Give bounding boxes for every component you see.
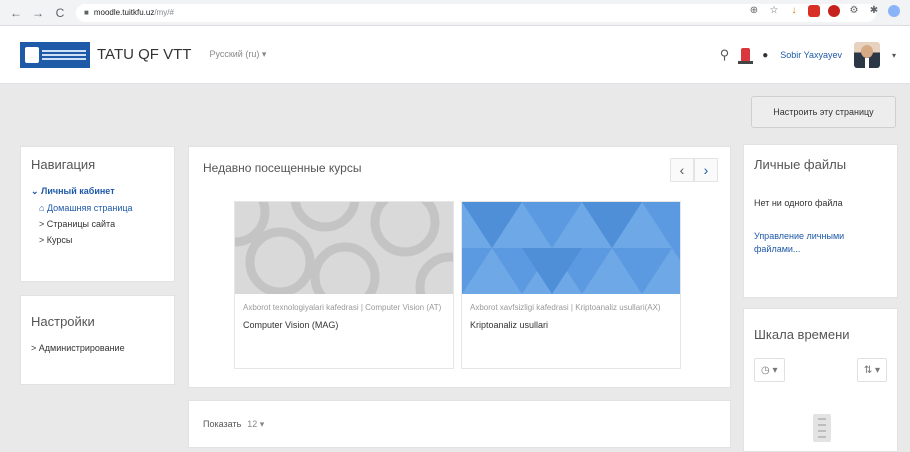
home-icon: ⌂ (39, 203, 47, 213)
settings-title: Настройки (31, 314, 95, 329)
extension-red-icon[interactable] (808, 5, 820, 17)
nav-item-home-label: Домашняя страница (46, 203, 133, 213)
recent-courses-title: Недавно посещенные курсы (203, 161, 362, 175)
url-host: moodle.tuitkfu.uz (93, 8, 155, 17)
no-files-text: Нет ни одного файла (754, 198, 843, 208)
browser-toolbar: ← → C ■ moodle.tuitkfu.uz /my/# ⊕ ☆ ↓ ⚙ … (0, 0, 910, 26)
empty-list-icon (813, 414, 831, 442)
course-card[interactable]: Axborot texnologiyalari kafedrasi | Comp… (234, 201, 454, 369)
recent-courses-block: Недавно посещенные курсы ‹ › Axborot tex… (188, 146, 731, 388)
timeline-filter-button[interactable]: ◷ ▾ (754, 358, 785, 382)
course-card[interactable]: Axborot xavfsizligi kafedrasi | Kriptoan… (461, 201, 681, 369)
nav-item-courses[interactable]: > Курсы (31, 235, 164, 245)
reload-icon[interactable]: C (54, 6, 66, 20)
timeline-title: Шкала времени (754, 327, 850, 342)
profile-icon[interactable] (888, 5, 900, 17)
navigation-tree: ⌄ Личный кабинет ⌂ Домашняя страница > С… (31, 186, 164, 245)
back-icon[interactable]: ← (10, 6, 22, 20)
site-logo[interactable] (20, 41, 90, 68)
show-count-select[interactable]: 12 ▾ (247, 419, 264, 430)
extension-circle-icon[interactable] (828, 5, 840, 17)
private-files-block: Личные файлы Нет ни одного файла Управле… (743, 144, 898, 298)
navigation-block: Навигация ⌄ Личный кабинет ⌂ Домашняя ст… (20, 146, 175, 282)
timeline-controls: ◷ ▾ ⇅ ▾ (754, 358, 887, 382)
user-menu-caret-icon[interactable]: ▾ (892, 51, 896, 60)
settings-block: Настройки > Администрирование (20, 295, 175, 385)
prev-page-button[interactable]: ‹ (670, 158, 694, 182)
show-label: Показать (203, 419, 242, 429)
navigation-title: Навигация (31, 157, 96, 172)
customize-page-button[interactable]: Настроить эту страницу (751, 96, 896, 128)
site-header: TATU QF VTT Русский (ru) ▾ ⚲ ● Sobir Yax… (0, 26, 910, 84)
course-category: Axborot texnologiyalari kafedrasi | Comp… (243, 303, 442, 312)
search-icon[interactable]: ⚲ (720, 47, 730, 63)
download-icon[interactable]: ↓ (788, 5, 800, 17)
nav-item-dashboard[interactable]: ⌄ Личный кабинет (31, 186, 164, 197)
url-path: /my/# (154, 8, 174, 17)
extension-gray-icon[interactable]: ⚙ (848, 5, 860, 17)
admin-link[interactable]: > Администрирование (31, 343, 164, 353)
course-name[interactable]: Computer Vision (MAG) (243, 320, 445, 330)
chat-icon[interactable]: ● (762, 50, 768, 61)
course-name[interactable]: Kriptoanaliz usullari (470, 320, 672, 330)
show-per-page-block: Показать 12 ▾ (188, 400, 731, 448)
forward-icon[interactable]: → (32, 6, 44, 20)
puzzle-icon[interactable]: ✱ (868, 5, 880, 17)
header-actions: ⚲ ● Sobir Yaxyayev ▾ (720, 26, 896, 84)
user-name[interactable]: Sobir Yaxyayev (780, 50, 842, 60)
courses-pager: ‹ › (670, 158, 718, 182)
logo-mark-icon (25, 46, 39, 63)
course-image[interactable] (235, 202, 453, 294)
course-category: Axborot xavfsizligi kafedrasi | Kriptoan… (470, 303, 661, 312)
timeline-block: Шкала времени ◷ ▾ ⇅ ▾ (743, 308, 898, 452)
private-files-title: Личные файлы (754, 157, 847, 172)
manage-files-link[interactable]: Управление личными файлами... (754, 230, 887, 256)
timeline-sort-button[interactable]: ⇅ ▾ (856, 358, 887, 382)
next-page-button[interactable]: › (694, 158, 718, 182)
zoom-icon[interactable]: ⊕ (748, 5, 760, 17)
nav-item-site-pages[interactable]: > Страницы сайта (31, 219, 164, 229)
notification-bell-icon[interactable] (738, 48, 754, 64)
site-name[interactable]: TATU QF VTT (97, 46, 191, 63)
nav-item-home[interactable]: ⌂ Домашняя страница (31, 203, 164, 213)
course-image[interactable] (462, 202, 680, 294)
browser-nav: ← → C (10, 6, 66, 20)
avatar[interactable] (853, 42, 880, 68)
star-icon[interactable]: ☆ (768, 5, 780, 17)
extensions-area: ⊕ ☆ ↓ ⚙ ✱ (748, 5, 900, 17)
language-menu[interactable]: Русский (ru) ▾ (209, 49, 266, 60)
lock-icon: ■ (84, 8, 89, 17)
